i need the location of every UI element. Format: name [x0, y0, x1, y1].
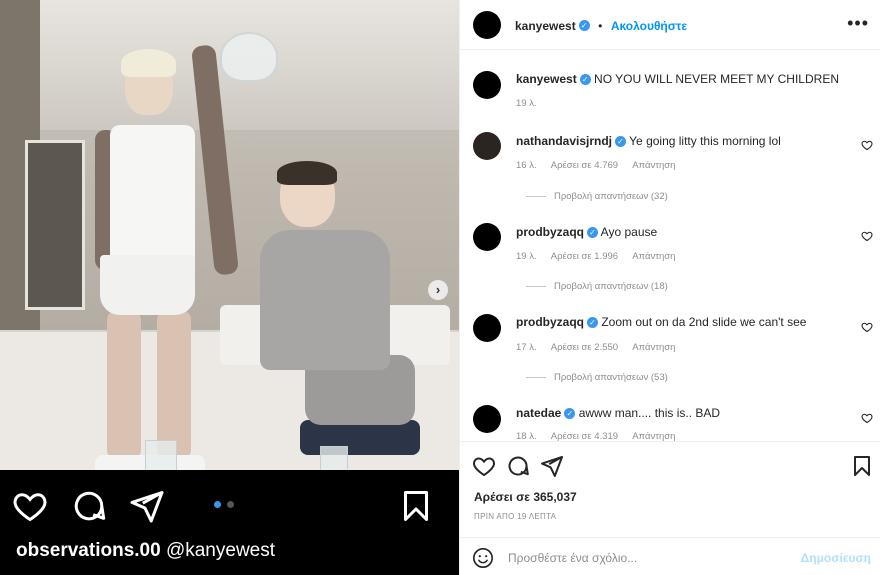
comment-time[interactable]: 16 λ. — [516, 160, 537, 171]
view-replies-button[interactable]: Προβολή απαντήσεων (18) — [526, 281, 668, 292]
verified-icon: ✓ — [564, 408, 576, 420]
photo-bowl — [220, 32, 278, 82]
avatar[interactable] — [473, 71, 501, 99]
chevron-right-icon[interactable]: › — [428, 280, 448, 300]
caption-username[interactable]: observations.00 — [16, 540, 161, 561]
reply-button[interactable]: Απάντηση — [632, 342, 675, 353]
avatar[interactable] — [473, 11, 501, 39]
comment-time[interactable]: 18 λ. — [516, 431, 537, 441]
caption-time: 19 λ. — [516, 98, 537, 109]
view-replies-button[interactable]: Προβολή απαντήσεων (53) — [526, 372, 668, 383]
carousel-dot[interactable] — [214, 501, 221, 508]
heart-icon[interactable] — [861, 412, 873, 424]
add-comment-bar: Προσθέστε ένα σχόλιο... Δημοσίευση — [460, 537, 880, 575]
carousel-dots — [214, 501, 234, 508]
comment-text: Ayo pause — [600, 225, 658, 239]
comment-text: awww man.... this is.. BAD — [578, 406, 721, 420]
photo-glass — [145, 440, 177, 470]
reply-button[interactable]: Απάντηση — [632, 251, 675, 262]
comment-icon[interactable] — [506, 454, 530, 478]
reply-button[interactable]: Απάντηση — [632, 160, 675, 171]
media-panel: › observations.00 @kanyewest — [0, 0, 459, 575]
comment-likes[interactable]: Αρέσει σε 4.769 — [551, 160, 618, 171]
caption-mention[interactable]: @kanyewest — [166, 540, 275, 561]
verified-icon: ✓ — [578, 20, 590, 32]
avatar[interactable] — [473, 405, 501, 433]
reply-button[interactable]: Απάντηση — [632, 431, 675, 441]
heart-icon[interactable] — [472, 454, 496, 478]
comment-text: Zoom out on da 2nd slide we can't see — [601, 315, 807, 329]
heart-icon[interactable] — [861, 139, 873, 151]
photo-person-standing — [95, 44, 239, 470]
comments-list[interactable]: kanyewest ✓ NO YOU WILL NEVER MEET MY CHI… — [460, 51, 880, 441]
verified-icon: ✓ — [579, 74, 591, 86]
follow-button[interactable]: Ακολουθήστε — [611, 19, 687, 33]
verified-icon: ✓ — [615, 136, 627, 148]
bookmark-icon[interactable] — [398, 488, 434, 524]
comment-icon[interactable] — [71, 488, 107, 524]
comment-time[interactable]: 19 λ. — [516, 251, 537, 262]
view-replies-button[interactable]: Προβολή απαντήσεων (32) — [526, 191, 668, 202]
photo-glass — [320, 446, 348, 470]
verified-icon: ✓ — [587, 317, 598, 329]
post-header: kanyewest ✓ • Ακολουθήστε ••• — [460, 0, 880, 50]
publish-button[interactable]: Δημοσίευση — [801, 551, 871, 565]
emoji-icon[interactable] — [472, 547, 494, 569]
author-username[interactable]: kanyewest — [515, 19, 576, 33]
avatar[interactable] — [473, 223, 501, 251]
comment-likes[interactable]: Αρέσει σε 2.550 — [551, 342, 618, 353]
comment-username[interactable]: natedae — [516, 406, 561, 420]
post-panel: kanyewest ✓ • Ακολουθήστε ••• kanyewest ✓ … — [459, 0, 880, 575]
likes-count[interactable]: Αρέσει σε 365,037 — [474, 490, 577, 504]
verified-icon: ✓ — [587, 227, 598, 239]
photo-window — [25, 140, 85, 310]
more-icon[interactable]: ••• — [847, 13, 869, 34]
comment-username[interactable]: prodbyzaqq — [516, 315, 584, 329]
share-icon[interactable] — [540, 454, 564, 478]
post-actions: Αρέσει σε 365,037 ΠΡΙΝ ΑΠΟ 19 ΛΕΠΤΑ — [460, 441, 880, 536]
post-photo[interactable] — [0, 0, 459, 470]
header-separator: • — [598, 19, 603, 33]
heart-icon[interactable] — [12, 488, 48, 524]
avatar[interactable] — [473, 314, 501, 342]
avatar[interactable] — [473, 132, 501, 160]
comment-username[interactable]: prodbyzaqq — [516, 225, 584, 239]
caption-author[interactable]: kanyewest — [516, 72, 577, 86]
comment-username[interactable]: nathandavisjrndj — [516, 134, 612, 148]
comment-input[interactable]: Προσθέστε ένα σχόλιο... — [508, 551, 637, 565]
comment-likes[interactable]: Αρέσει σε 1.996 — [551, 251, 618, 262]
bookmark-icon[interactable] — [850, 454, 874, 478]
caption-text: NO YOU WILL NEVER MEET MY CHILDREN — [594, 72, 839, 86]
media-caption: observations.00 @kanyewest — [16, 540, 275, 562]
comment-likes[interactable]: Αρέσει σε 4.319 — [551, 431, 618, 441]
heart-icon[interactable] — [861, 230, 873, 242]
comment-text: Ye going litty this morning lol — [629, 134, 781, 148]
post-time[interactable]: ΠΡΙΝ ΑΠΟ 19 ΛΕΠΤΑ — [474, 512, 556, 521]
carousel-dot[interactable] — [227, 501, 234, 508]
heart-icon[interactable] — [861, 321, 873, 333]
share-icon[interactable] — [129, 488, 165, 524]
comment-time[interactable]: 17 λ. — [516, 342, 537, 353]
